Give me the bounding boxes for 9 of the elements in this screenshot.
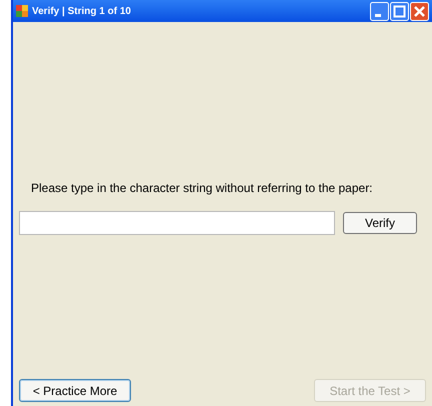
verify-button[interactable]: Verify (343, 212, 417, 234)
window-title: Verify | String 1 of 10 (32, 4, 132, 18)
answer-field[interactable] (19, 211, 335, 235)
close-icon[interactable] (410, 2, 429, 20)
practice-more-button[interactable]: < Practice More (19, 379, 131, 402)
app-icon (16, 5, 28, 17)
maximize-icon[interactable] (390, 2, 409, 20)
instruction-text: Please type in the character string without referring to the paper: (31, 180, 374, 197)
minimize-icon[interactable] (370, 2, 389, 20)
